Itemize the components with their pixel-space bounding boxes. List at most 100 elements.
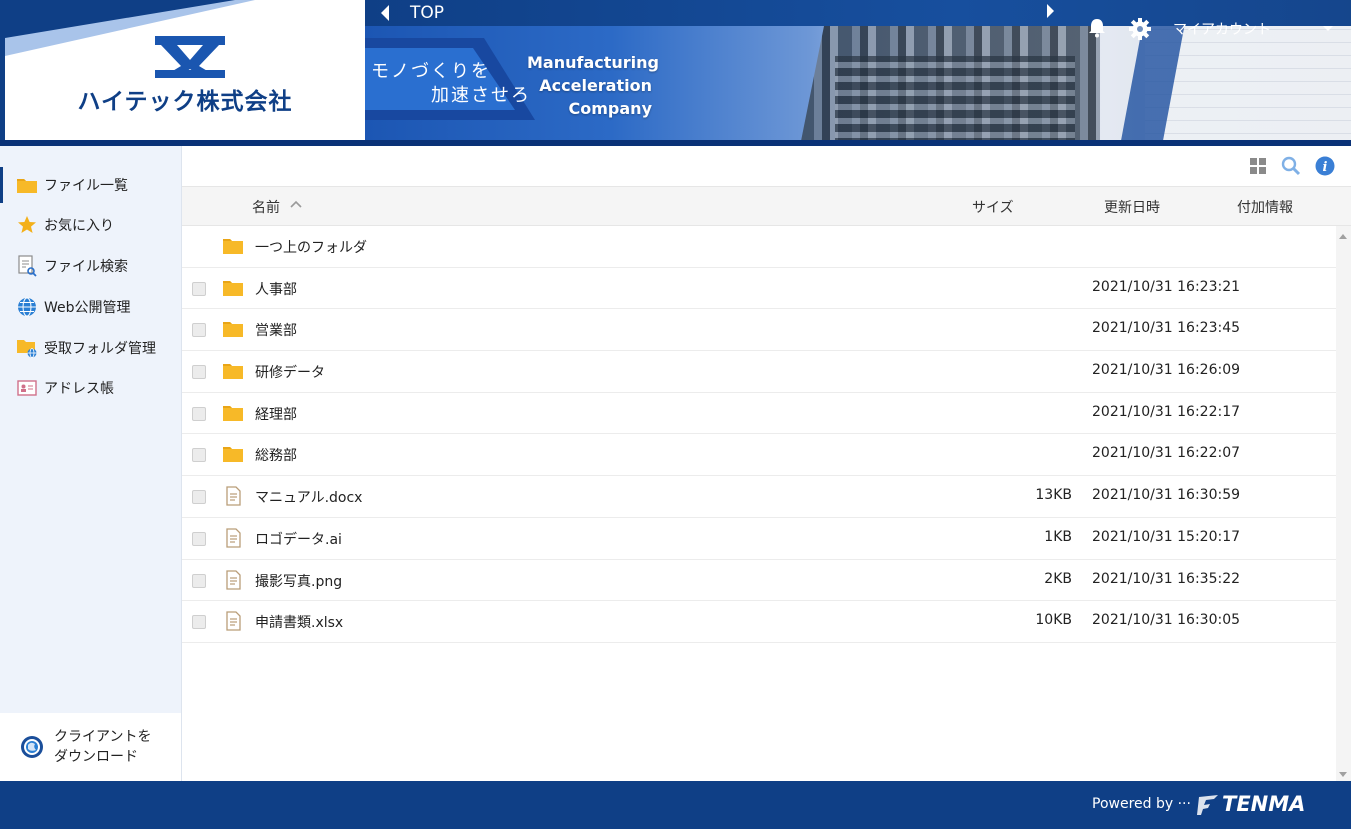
vertical-scrollbar[interactable] xyxy=(1336,226,1351,781)
sidebar-item-label: ファイル検索 xyxy=(44,259,128,275)
item-modified: 2021/10/31 16:23:45 xyxy=(1092,320,1241,337)
svg-text:i: i xyxy=(1323,160,1328,175)
scroll-down-icon[interactable] xyxy=(1339,772,1347,777)
folder-icon xyxy=(223,447,243,463)
folder-row[interactable]: 人事部 2021/10/31 16:23:21 xyxy=(182,267,1336,310)
sidebar: ファイル一覧 お気に入り ファイル検索 Web公開管理 受取フォルダ管理 アドレ… xyxy=(0,146,182,781)
row-checkbox[interactable] xyxy=(192,490,206,505)
address-book-icon xyxy=(16,378,38,398)
search-icon[interactable] xyxy=(1281,156,1301,176)
document-icon xyxy=(226,528,241,548)
logo-mark-icon xyxy=(155,36,225,78)
item-size: 10KB xyxy=(1035,612,1072,629)
row-checkbox[interactable] xyxy=(192,448,206,463)
sidebar-item-label: ファイル一覧 xyxy=(44,178,128,194)
my-account-menu[interactable]: マイアカウント xyxy=(1173,19,1271,39)
sidebar-item-file-list[interactable]: ファイル一覧 xyxy=(0,167,181,203)
tenma-logo-icon xyxy=(1197,795,1218,815)
slogan-jp-line2: 加速させろ xyxy=(431,85,531,106)
folder-row[interactable]: 総務部 2021/10/31 16:22:07 xyxy=(182,434,1336,477)
folder-icon xyxy=(223,322,243,338)
item-modified: 2021/10/31 16:30:05 xyxy=(1092,612,1241,629)
slogan-english: Manufacturing Acceleration Company xyxy=(527,51,659,120)
sidebar-item-address-book[interactable]: アドレス帳 xyxy=(0,370,181,406)
sidebar-item-file-search[interactable]: ファイル検索 xyxy=(0,248,181,284)
column-header-info[interactable]: 付加情報 xyxy=(1237,197,1293,217)
row-checkbox[interactable] xyxy=(192,573,206,588)
row-checkbox[interactable] xyxy=(192,615,206,630)
client-download-button[interactable]: クライアントを ダウンロード xyxy=(0,713,181,781)
file-row[interactable]: マニュアル.docx 13KB 2021/10/31 16:30:59 xyxy=(182,476,1336,518)
file-row[interactable]: ロゴデータ.ai 1KB 2021/10/31 15:20:17 xyxy=(182,517,1336,560)
sort-ascending-icon[interactable] xyxy=(290,200,302,208)
item-name[interactable]: 研修データ xyxy=(255,362,325,382)
file-row[interactable]: 撮影写真.png 2KB 2021/10/31 16:35:22 xyxy=(182,559,1336,602)
document-icon xyxy=(226,486,241,506)
folder-row[interactable]: 研修データ 2021/10/31 16:26:09 xyxy=(182,351,1336,393)
item-modified: 2021/10/31 16:35:22 xyxy=(1092,570,1241,587)
file-search-icon xyxy=(16,255,38,277)
file-browser: i 名前 サイズ 更新日時 付加情報 一つ上のフォルダ 人事部 2021/10/3… xyxy=(182,146,1351,781)
folder-icon xyxy=(223,364,243,380)
company-logo[interactable]: ハイテック株式会社 xyxy=(5,0,365,140)
client-download-icon xyxy=(21,736,43,758)
item-modified: 2021/10/31 16:23:21 xyxy=(1092,278,1241,295)
breadcrumb[interactable]: TOP xyxy=(410,3,444,23)
info-icon[interactable]: i xyxy=(1315,156,1335,176)
folder-row[interactable]: 営業部 2021/10/31 16:23:45 xyxy=(182,309,1336,352)
sidebar-item-favorites[interactable]: お気に入り xyxy=(0,207,181,243)
item-name[interactable]: 人事部 xyxy=(255,279,297,299)
item-name[interactable]: 申請書類.xlsx xyxy=(255,612,343,632)
column-header-size[interactable]: サイズ xyxy=(972,197,1014,217)
item-modified: 2021/10/31 16:26:09 xyxy=(1092,362,1241,379)
row-checkbox[interactable] xyxy=(192,531,206,546)
row-checkbox[interactable] xyxy=(192,406,206,421)
folder-row[interactable]: 経理部 2021/10/31 16:22:17 xyxy=(182,392,1336,435)
column-header-modified[interactable]: 更新日時 xyxy=(1104,197,1160,217)
company-name: ハイテック株式会社 xyxy=(77,89,293,115)
tenma-brand[interactable]: TENMA xyxy=(1222,792,1305,816)
banner-machine-image xyxy=(835,56,1075,140)
item-size: 13KB xyxy=(1035,487,1072,504)
slogan-japanese: モノづくりを 加速させろ xyxy=(371,60,531,108)
scroll-up-icon[interactable] xyxy=(1339,234,1347,239)
item-modified: 2021/10/31 16:30:59 xyxy=(1092,487,1241,504)
gear-icon[interactable] xyxy=(1129,18,1151,40)
table-header: 名前 サイズ 更新日時 付加情報 xyxy=(182,186,1351,226)
item-name[interactable]: ロゴデータ.ai xyxy=(255,529,342,549)
document-icon xyxy=(226,569,241,590)
forward-arrow-icon[interactable] xyxy=(1047,4,1057,20)
item-name[interactable]: 総務部 xyxy=(255,445,297,465)
sidebar-item-receive-folder[interactable]: 受取フォルダ管理 xyxy=(0,330,181,366)
grid-view-icon[interactable] xyxy=(1248,156,1268,176)
item-name[interactable]: 経理部 xyxy=(255,404,297,424)
back-arrow-icon[interactable] xyxy=(379,5,391,21)
folder-icon xyxy=(223,405,243,421)
client-download-label: クライアントを ダウンロード xyxy=(54,729,152,765)
item-name[interactable]: 営業部 xyxy=(255,320,297,340)
sidebar-item-web-publish[interactable]: Web公開管理 xyxy=(0,289,181,325)
item-modified: 2021/10/31 16:22:07 xyxy=(1092,445,1241,462)
folder-icon xyxy=(223,239,243,254)
row-checkbox[interactable] xyxy=(192,365,206,380)
item-size: 1KB xyxy=(1044,528,1072,545)
item-modified: 2021/10/31 16:22:17 xyxy=(1092,403,1241,420)
row-checkbox[interactable] xyxy=(192,281,206,296)
sidebar-item-label: お気に入り xyxy=(44,218,114,234)
file-list: 一つ上のフォルダ 人事部 2021/10/31 16:23:21 営業部 2021/1… xyxy=(182,226,1336,643)
item-modified: 2021/10/31 15:20:17 xyxy=(1092,528,1241,545)
folder-icon xyxy=(223,280,243,296)
column-header-name[interactable]: 名前 xyxy=(252,197,280,217)
receive-folder-icon xyxy=(16,338,38,358)
sidebar-item-label: Web公開管理 xyxy=(44,300,131,316)
parent-folder-label[interactable]: 一つ上のフォルダ xyxy=(255,237,367,257)
parent-folder-row[interactable]: 一つ上のフォルダ xyxy=(182,226,1336,268)
row-checkbox[interactable] xyxy=(192,323,206,338)
item-name[interactable]: マニュアル.docx xyxy=(255,487,362,507)
globe-icon xyxy=(16,297,38,317)
file-row[interactable]: 申請書類.xlsx 10KB 2021/10/31 16:30:05 xyxy=(182,601,1336,643)
item-name[interactable]: 撮影写真.png xyxy=(255,571,342,591)
slogan-en-line2: Acceleration xyxy=(539,76,652,95)
chevron-down-icon[interactable] xyxy=(1323,26,1333,32)
bell-icon[interactable] xyxy=(1088,18,1106,38)
